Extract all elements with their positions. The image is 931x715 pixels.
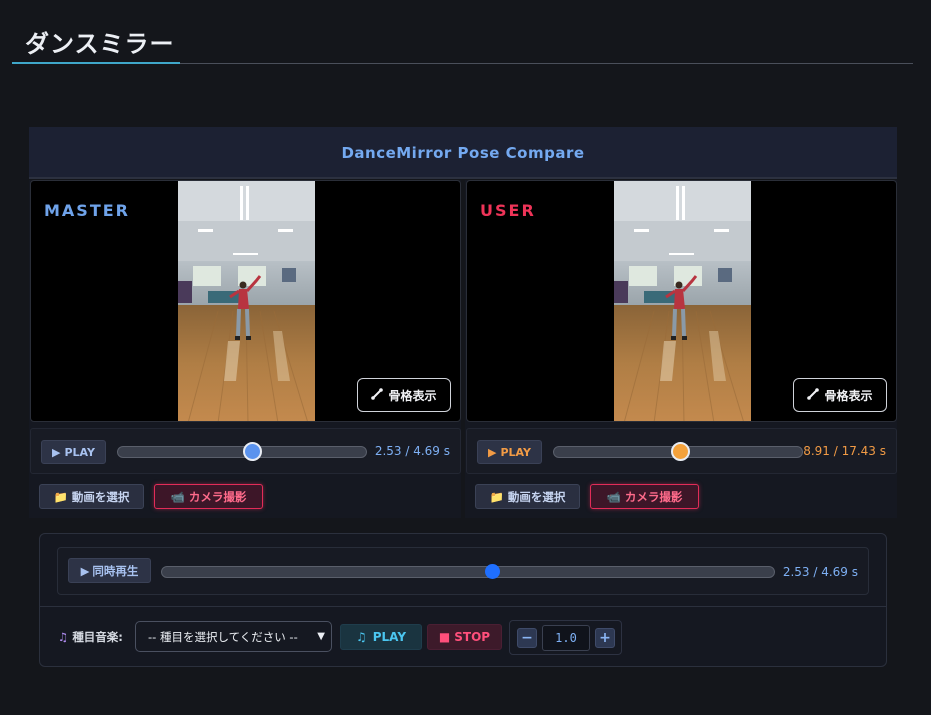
- user-panel: USER 骨格表示 ▶ PLAY 8.91 / 17.43 s 📁 動画を選択 …: [465, 180, 897, 518]
- bone-icon: [807, 387, 820, 403]
- stop-icon: ■: [438, 630, 451, 644]
- event-select-dropdown[interactable]: -- 種目を選択してください -- ▼: [135, 621, 332, 652]
- music-label: ♫ 種目音楽:: [58, 629, 123, 645]
- sync-seek-slider[interactable]: [161, 564, 775, 579]
- user-camera-button[interactable]: 📹 カメラ撮影: [590, 484, 699, 509]
- app-title: DanceMirror Pose Compare: [341, 144, 585, 162]
- play-icon: ▶: [488, 445, 497, 459]
- music-stop-label: STOP: [454, 630, 491, 644]
- video-camera-icon: 📹: [170, 489, 185, 504]
- skeleton-label: 骨格表示: [824, 388, 873, 403]
- user-camera-label: カメラ撮影: [624, 489, 683, 504]
- music-play-label: PLAY: [372, 630, 407, 644]
- event-select-value: -- 種目を選択してください --: [148, 629, 298, 644]
- user-seek-slider[interactable]: [553, 442, 803, 461]
- music-play-button[interactable]: ♫ PLAY: [340, 624, 422, 650]
- user-play-label: PLAY: [500, 445, 531, 459]
- master-label: MASTER: [44, 201, 130, 220]
- dance-studio-image: [178, 181, 315, 421]
- folder-icon: 📁: [53, 489, 68, 504]
- master-file-row: 📁 動画を選択 📹 カメラ撮影: [29, 476, 461, 518]
- user-skeleton-toggle-button[interactable]: 骨格表示: [793, 378, 887, 412]
- user-file-row: 📁 動画を選択 📹 カメラ撮影: [465, 476, 897, 518]
- user-video[interactable]: USER 骨格表示: [466, 180, 897, 422]
- chevron-down-icon: ▼: [317, 631, 325, 642]
- master-seek-slider[interactable]: [117, 442, 367, 461]
- speed-input[interactable]: 1.0: [542, 625, 590, 651]
- master-time-display: 2.53 / 4.69 s: [374, 444, 450, 458]
- user-seek-thumb[interactable]: [671, 442, 691, 461]
- master-control-bar: ▶ PLAY 2.53 / 4.69 s: [30, 428, 461, 474]
- video-camera-icon: 📹: [606, 489, 621, 504]
- master-video-frame: [178, 181, 315, 421]
- master-camera-label: カメラ撮影: [188, 489, 247, 504]
- master-seek-thumb[interactable]: [242, 442, 262, 461]
- music-stop-button[interactable]: ■ STOP: [427, 624, 502, 650]
- bone-icon: [371, 387, 384, 403]
- speed-control: − 1.0 +: [509, 620, 622, 655]
- master-play-button[interactable]: ▶ PLAY: [41, 440, 106, 464]
- folder-icon: 📁: [489, 489, 504, 504]
- user-select-video-button[interactable]: 📁 動画を選択: [475, 484, 580, 509]
- master-select-label: 動画を選択: [71, 489, 130, 504]
- sync-play-button[interactable]: ▶ 同時再生: [68, 558, 151, 583]
- user-time-display: 8.91 / 17.43 s: [803, 444, 886, 458]
- user-video-frame: [614, 181, 751, 421]
- master-play-label: PLAY: [64, 445, 95, 459]
- music-label-text: 種目音楽:: [72, 630, 123, 644]
- page-title: ダンスミラー: [25, 30, 175, 58]
- bottom-zone: ▶ 同時再生 2.53 / 4.69 s ♫ 種目音楽: -- 種目を選択してく…: [29, 518, 897, 687]
- play-icon: ▶: [52, 445, 61, 459]
- sync-play-label: 同時再生: [92, 563, 139, 578]
- user-select-label: 動画を選択: [507, 489, 566, 504]
- app-header: DanceMirror Pose Compare: [29, 127, 897, 179]
- sync-seek-thumb[interactable]: [485, 564, 501, 579]
- sync-time-display: 2.53 / 4.69 s: [782, 565, 858, 579]
- speed-increase-button[interactable]: +: [595, 628, 615, 648]
- user-label: USER: [480, 201, 536, 220]
- app-container: DanceMirror Pose Compare MASTER 骨格表示 ▶ P…: [29, 127, 897, 687]
- master-panel: MASTER 骨格表示 ▶ PLAY 2.53 / 4.69 s 📁 動画を選択…: [29, 180, 461, 518]
- skeleton-label: 骨格表示: [388, 388, 437, 403]
- music-row: ♫ 種目音楽: -- 種目を選択してください -- ▼ ♫ PLAY ■ STO…: [40, 607, 886, 667]
- sync-play-row: ▶ 同時再生 2.53 / 4.69 s: [57, 547, 869, 595]
- master-select-video-button[interactable]: 📁 動画を選択: [39, 484, 144, 509]
- user-control-bar: ▶ PLAY 8.91 / 17.43 s: [466, 428, 897, 474]
- master-camera-button[interactable]: 📹 カメラ撮影: [154, 484, 263, 509]
- user-play-button[interactable]: ▶ PLAY: [477, 440, 542, 464]
- sync-panel: ▶ 同時再生 2.53 / 4.69 s ♫ 種目音楽: -- 種目を選択してく…: [39, 533, 887, 667]
- music-note-icon: ♫: [58, 630, 69, 644]
- speed-decrease-button[interactable]: −: [517, 628, 537, 648]
- title-underline: [12, 62, 180, 64]
- play-icon: ▶: [80, 563, 90, 578]
- music-note-icon: ♫: [355, 630, 367, 644]
- dance-studio-image: [614, 181, 751, 421]
- master-skeleton-toggle-button[interactable]: 骨格表示: [357, 378, 451, 412]
- page-header: ダンスミラー: [12, 22, 913, 64]
- master-video[interactable]: MASTER 骨格表示: [30, 180, 461, 422]
